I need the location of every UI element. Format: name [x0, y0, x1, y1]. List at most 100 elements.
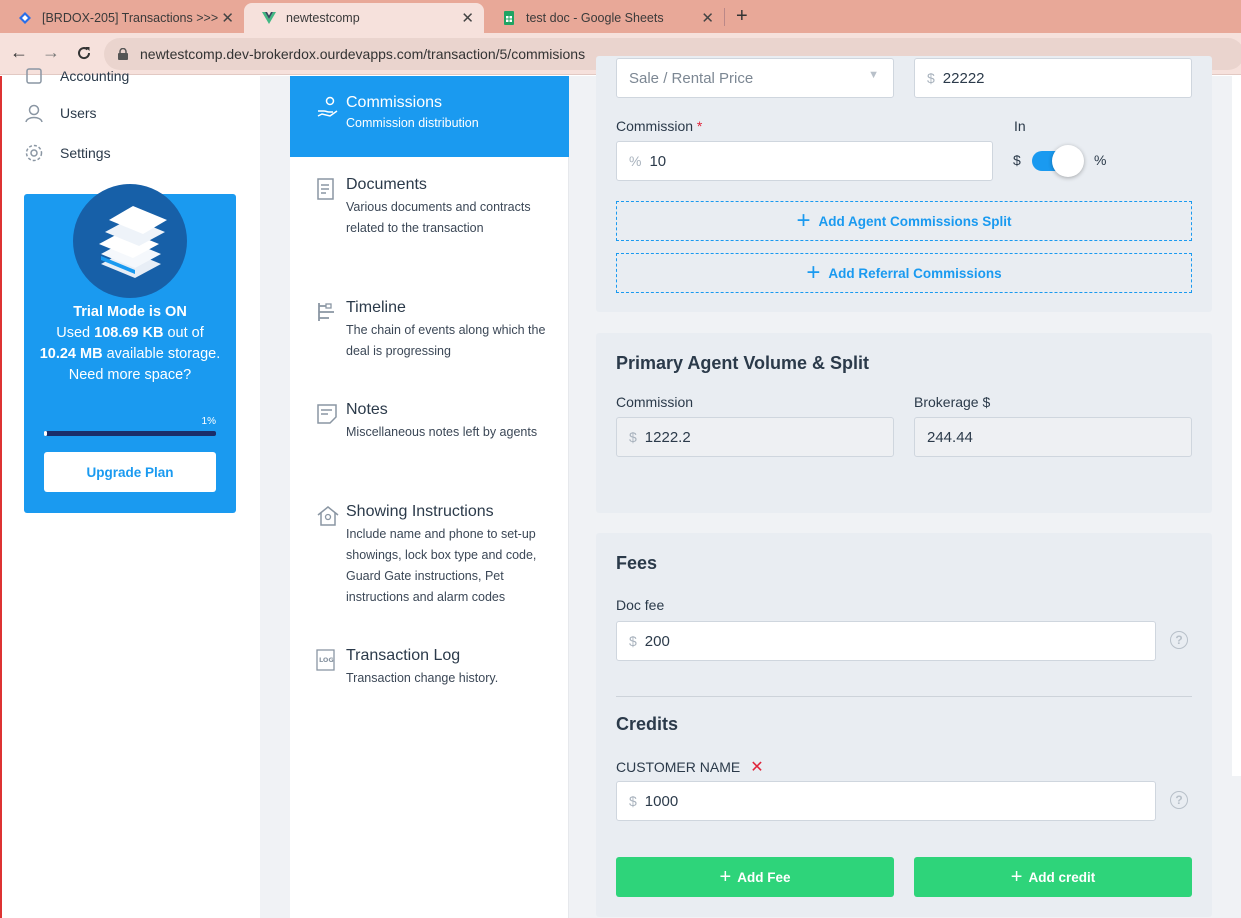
commission-value: 10 — [649, 152, 667, 170]
section-showing-instructions[interactable]: Showing Instructions Include name and ph… — [290, 503, 569, 608]
new-tab-icon[interactable]: + — [736, 5, 748, 28]
brokerage-value: 244.44 — [927, 428, 973, 446]
total-suffix: available storage. — [106, 346, 221, 362]
browser-tab-newtestcomp[interactable]: newtestcomp ✕ — [244, 3, 484, 33]
section-desc: Commission distribution — [346, 116, 479, 130]
timeline-icon — [318, 303, 334, 321]
help-icon[interactable]: ? — [1170, 631, 1188, 649]
button-label: Add Fee — [737, 869, 791, 885]
toggle-percent-label: % — [1094, 152, 1107, 168]
back-arrow-icon[interactable]: ← — [10, 42, 28, 63]
lock-icon — [118, 48, 128, 60]
doc-fee-value: 200 — [644, 632, 670, 650]
google-sheets-icon — [504, 11, 514, 25]
forward-arrow-icon[interactable]: → — [42, 42, 60, 63]
section-commissions[interactable]: Commissions Commission distribution — [290, 76, 569, 157]
primary-agent-title: Primary Agent Volume & Split — [616, 353, 870, 373]
price-value: 22222 — [942, 69, 985, 87]
commission-percent-input[interactable]: % 10 — [616, 141, 993, 181]
tab-title: newtestcomp — [286, 11, 360, 25]
sidebar-item-settings[interactable]: Settings — [24, 143, 111, 163]
used-mid: out of — [167, 325, 204, 341]
tab-divider — [724, 8, 725, 26]
percent-prefix: % — [629, 153, 642, 169]
tab-title: [BRDOX-205] Transactions >>> — [42, 11, 219, 25]
section-title: Notes — [346, 401, 388, 418]
commission-label-text: Commission — [616, 118, 694, 134]
reload-icon[interactable] — [76, 45, 92, 61]
plus-icon: + — [796, 207, 811, 234]
select-value: Sale / Rental Price — [629, 69, 754, 87]
used-prefix: Used — [56, 325, 91, 341]
close-tab-icon[interactable]: ✕ — [221, 9, 234, 27]
dollar-prefix: $ — [629, 793, 637, 809]
unit-toggle[interactable] — [1032, 145, 1084, 177]
accounting-icon — [26, 68, 42, 84]
close-tab-icon[interactable]: ✕ — [701, 9, 714, 27]
button-label: Add Agent Commissions Split — [818, 213, 1012, 229]
url-text: newtestcomp.dev-brokerdox.ourdevapps.com… — [140, 46, 586, 62]
add-referral-button[interactable]: + Add Referral Commissions — [616, 253, 1192, 293]
help-icon[interactable]: ? — [1170, 791, 1188, 809]
agent-commission-field: $ 1222.2 — [616, 417, 894, 457]
section-timeline[interactable]: Timeline The chain of events along which… — [290, 299, 569, 362]
browser-tab-jira[interactable]: [BRDOX-205] Transactions >>> ✕ — [0, 3, 244, 33]
section-desc: The chain of events along which the deal… — [346, 323, 546, 358]
log-icon: LOG — [316, 649, 335, 671]
trial-mode-card: Trial Mode is ON Used 108.69 KB out of 1… — [24, 184, 236, 513]
plus-icon: + — [719, 865, 732, 888]
divider — [616, 696, 1192, 697]
total-storage: 10.24 MB — [39, 346, 103, 362]
section-notes[interactable]: Notes Miscellaneous notes left by agents — [290, 401, 569, 443]
document-icon — [317, 178, 334, 200]
gear-icon — [25, 144, 43, 162]
add-agent-split-button[interactable]: + Add Agent Commissions Split — [616, 201, 1192, 241]
browser-tab-google-sheets[interactable]: test doc - Google Sheets ✕ — [484, 3, 724, 33]
house-icon — [317, 506, 339, 526]
upgrade-plan-button[interactable]: Upgrade Plan — [44, 452, 216, 492]
plus-icon: + — [806, 259, 821, 286]
section-transaction-log[interactable]: LOG Transaction Log Transaction change h… — [290, 647, 569, 689]
documents-stack-icon — [99, 206, 167, 278]
credit-amount-input[interactable]: $ 1000 — [616, 781, 1156, 821]
plus-icon: + — [1010, 865, 1023, 888]
remove-credit-icon[interactable]: ✕ — [750, 757, 763, 777]
button-label: Add Referral Commissions — [828, 265, 1002, 281]
sidebar-item-accounting[interactable]: Accounting — [24, 64, 129, 88]
commission-label: Commission * — [616, 118, 702, 134]
trial-status: Trial Mode is ON — [73, 304, 187, 320]
credit-value: 1000 — [644, 792, 679, 810]
close-tab-icon[interactable]: ✕ — [461, 9, 474, 27]
dollar-prefix: $ — [629, 429, 637, 445]
section-desc: Transaction change history. — [346, 671, 499, 685]
sidebar: Accounting Users Settings Trial Mode is … — [4, 68, 260, 918]
customer-name-label: CUSTOMER NAME ✕ — [616, 757, 764, 777]
sidebar-item-users[interactable]: Users — [24, 103, 97, 123]
price-input[interactable]: $ 22222 — [914, 58, 1192, 98]
user-icon — [25, 104, 43, 123]
storage-progress-fill — [44, 431, 48, 436]
section-documents[interactable]: Documents Various documents and contract… — [290, 176, 569, 239]
browser-tab-bar: [BRDOX-205] Transactions >>> ✕ newtestco… — [0, 0, 1241, 33]
doc-fee-input[interactable]: $ 200 — [616, 621, 1156, 661]
credits-title: Credits — [616, 714, 679, 734]
section-desc: Miscellaneous notes left by agents — [346, 425, 538, 439]
sidebar-item-label: Settings — [60, 145, 111, 161]
svg-text:LOG: LOG — [319, 656, 334, 664]
hand-coins-icon — [317, 96, 338, 117]
right-panel-edge — [1232, 76, 1241, 776]
agent-commission-label: Commission — [616, 394, 694, 410]
toggle-dollar-label: $ — [1013, 152, 1021, 168]
dollar-prefix: $ — [927, 70, 935, 86]
section-title: Showing Instructions — [346, 503, 494, 520]
price-type-select[interactable]: Sale / Rental Price ▼ — [616, 58, 894, 98]
add-fee-button[interactable]: + Add Fee — [616, 857, 894, 897]
note-icon — [317, 404, 337, 424]
tab-title: test doc - Google Sheets — [526, 11, 664, 25]
vue-logo-icon — [262, 12, 276, 24]
chevron-down-icon: ▼ — [868, 69, 879, 81]
add-credit-button[interactable]: + Add credit — [914, 857, 1192, 897]
section-title: Transaction Log — [346, 647, 461, 664]
transaction-section-nav: Commissions Commission distribution Docu… — [290, 76, 569, 918]
section-title: Documents — [346, 176, 427, 193]
